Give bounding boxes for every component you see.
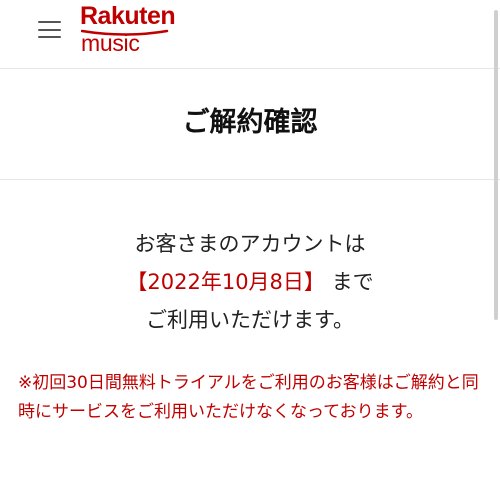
scrollbar[interactable] bbox=[494, 10, 498, 320]
end-date: 【2022年10月8日】 bbox=[126, 270, 325, 294]
message-line-3: ご利用いただけます。 bbox=[146, 308, 354, 332]
trial-notice: ※初回30日間無料トライアルをご利用のお客様はご解約と同時にサービスをご利用いた… bbox=[18, 373, 479, 422]
logo-product-text: music bbox=[81, 30, 140, 56]
message-line-1: お客さまのアカウントは bbox=[134, 232, 366, 256]
message-line-2: 【2022年10月8日】 まで bbox=[0, 263, 500, 301]
message-until: まで bbox=[324, 270, 374, 294]
availability-message: お客さまのアカウントは 【2022年10月8日】 まで ご利用いただけます。 bbox=[0, 225, 500, 339]
logo-brand-text: Rakuten bbox=[80, 2, 176, 30]
page-title: ご解約確認 bbox=[182, 107, 318, 138]
page-title-section: ご解約確認 bbox=[0, 69, 500, 180]
hamburger-menu-icon[interactable] bbox=[38, 21, 61, 38]
rakuten-music-logo[interactable]: Rakuten music bbox=[80, 2, 190, 58]
app-header: Rakuten music bbox=[0, 0, 500, 69]
